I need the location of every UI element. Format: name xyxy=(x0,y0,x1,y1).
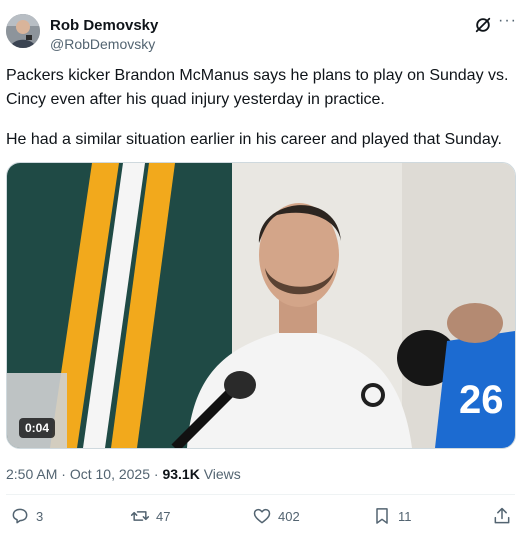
avatar[interactable] xyxy=(6,14,40,48)
author-handle[interactable]: @RobDemovsky xyxy=(50,36,155,52)
video-player[interactable]: 26 xyxy=(6,162,516,449)
tweet-paragraph: He had a similar situation earlier in hi… xyxy=(6,131,502,148)
author-name[interactable]: Rob Demovsky xyxy=(50,17,158,34)
divider xyxy=(6,494,515,495)
reply-icon xyxy=(12,508,28,524)
repost-count: 47 xyxy=(156,508,171,524)
bookmark-icon xyxy=(376,508,388,524)
tweet-paragraph: Packers kicker Brandon McManus says he p… xyxy=(6,67,509,108)
video-duration: 0:04 xyxy=(19,418,56,438)
like-count: 402 xyxy=(278,508,300,524)
like-icon xyxy=(253,508,271,524)
views-count: 93.1K xyxy=(162,466,200,482)
share-icon xyxy=(494,507,510,524)
repost-button[interactable]: 47 xyxy=(130,506,170,526)
repost-icon xyxy=(130,511,150,521)
action-bar: 3 47 402 11 xyxy=(0,506,532,532)
meta-separator: · xyxy=(153,466,159,482)
tweet-text: Packers kicker Brandon McManus says he p… xyxy=(6,64,521,152)
bookmark-button[interactable]: 11 xyxy=(372,506,412,526)
tweet-time[interactable]: 2:50 AM xyxy=(6,466,57,482)
tweet-date[interactable]: Oct 10, 2025 xyxy=(70,466,150,482)
more-icon[interactable]: ··· xyxy=(498,12,517,30)
views-label: Views xyxy=(203,466,241,482)
bookmark-count: 11 xyxy=(398,508,412,524)
reply-button[interactable]: 3 xyxy=(10,506,43,526)
meta-separator: · xyxy=(61,466,66,482)
like-button[interactable]: 402 xyxy=(252,506,300,526)
svg-text:26: 26 xyxy=(459,378,504,422)
reply-count: 3 xyxy=(36,508,44,524)
grok-icon[interactable] xyxy=(474,16,492,34)
share-button[interactable] xyxy=(492,506,512,526)
tweet-meta: 2:50 AM · Oct 10, 2025 · 93.1K Views xyxy=(6,466,241,482)
